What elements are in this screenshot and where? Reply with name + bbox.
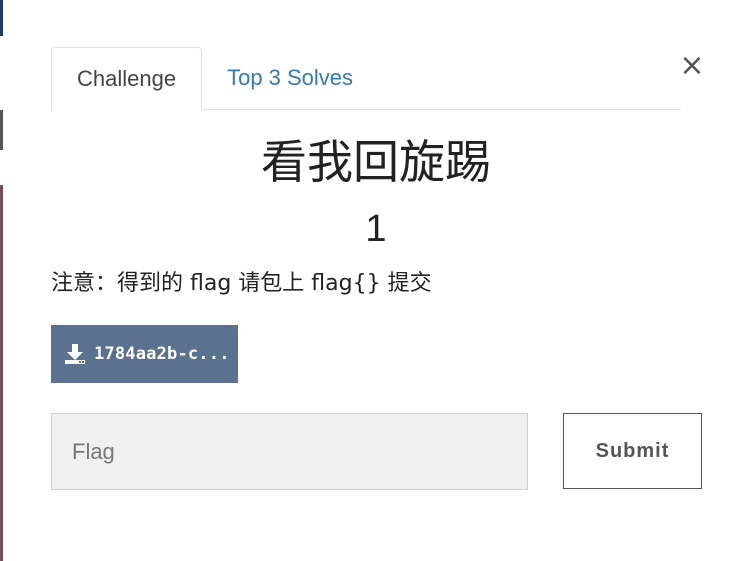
challenge-points: 1: [365, 208, 387, 250]
tab-top-solves[interactable]: Top 3 Solves: [202, 47, 378, 109]
close-icon[interactable]: ×: [678, 50, 706, 82]
submit-button[interactable]: Submit: [563, 413, 702, 489]
challenge-modal: × Challenge Top 3 Solves 看我回旋踢 1 注意：得到的 …: [3, 0, 748, 561]
flag-input[interactable]: [51, 413, 528, 490]
download-file-button[interactable]: 1784aa2b-c...: [51, 325, 238, 383]
modal-tabs: Challenge Top 3 Solves: [51, 47, 681, 110]
download-icon: [64, 343, 86, 365]
tab-challenge[interactable]: Challenge: [51, 47, 203, 110]
download-file-label: 1784aa2b-c...: [94, 344, 230, 364]
challenge-title: 看我回旋踢: [261, 135, 491, 189]
challenge-description: 注意：得到的 flag 请包上 flag{} 提交: [51, 271, 432, 296]
